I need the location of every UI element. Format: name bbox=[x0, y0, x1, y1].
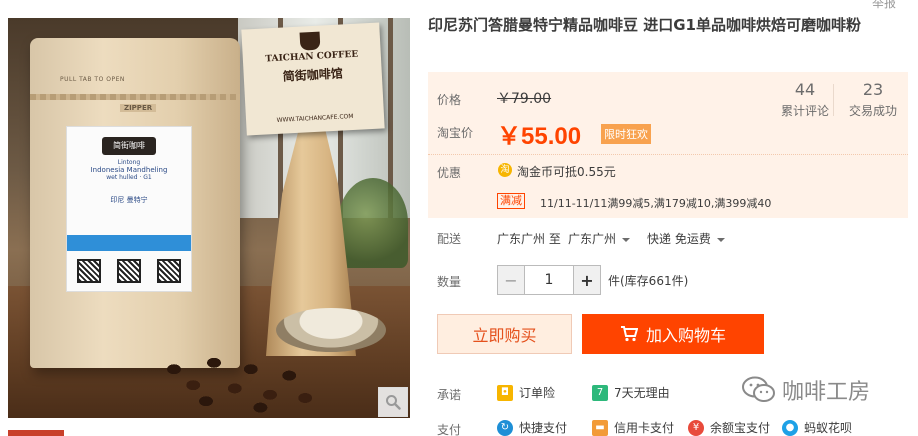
magnifier-icon bbox=[386, 395, 401, 410]
chevron-down-icon bbox=[622, 237, 631, 242]
ship-method-select[interactable]: 快递 免运费 bbox=[647, 230, 725, 247]
stat-divider bbox=[833, 84, 834, 116]
chevron-down-icon bbox=[716, 237, 725, 242]
current-price: ￥55.00 bbox=[497, 123, 582, 150]
sale-tag: 限时狂欢 bbox=[601, 124, 651, 144]
manjian-text: 11/11-11/11满99减5,满179减10,满399减40 bbox=[540, 197, 772, 210]
pay-quick[interactable]: ↻ 快捷支付 bbox=[497, 419, 567, 436]
promo-label: 优惠 bbox=[437, 166, 462, 180]
payment-label: 支付 bbox=[437, 423, 462, 436]
add-to-cart-label: 加入购物车 bbox=[645, 326, 726, 345]
promise-7day-return[interactable]: 7 7天无理由 bbox=[592, 384, 670, 401]
coffee-beans bbox=[158, 350, 318, 414]
pay-yuebao[interactable]: ¥ 余额宝支付 bbox=[688, 419, 770, 436]
report-link[interactable]: 举报 bbox=[872, 0, 896, 11]
bag-label: 简街咖啡 Lintong Indonesia Mandheling wet hu… bbox=[66, 126, 192, 292]
buy-now-button[interactable]: 立即购买 bbox=[437, 314, 572, 354]
card-url: WWW.TAICHANCAFE.COM bbox=[276, 112, 354, 124]
promise-order-insurance[interactable]: ◘ 订单险 bbox=[497, 384, 555, 401]
price-label: 价格 bbox=[437, 93, 462, 107]
card-cn-name: 简街咖啡馆 bbox=[282, 66, 344, 84]
pay-huabei[interactable]: ● 蚂蚁花呗 bbox=[782, 419, 852, 436]
quantity-stepper: − 1 + bbox=[497, 265, 601, 295]
label-origin: Lintong bbox=[117, 159, 141, 166]
yuebao-icon: ¥ bbox=[688, 419, 704, 436]
cart-icon bbox=[620, 326, 638, 342]
product-main-image[interactable]: PULL TAB TO OPEN ZIPPER 简街咖啡 Lintong Ind… bbox=[8, 18, 410, 418]
qr-code bbox=[117, 259, 141, 283]
taojinbi-icon: 淘 bbox=[498, 163, 512, 177]
bag-zipper-text: ZIPPER bbox=[120, 104, 157, 112]
wechat-icon bbox=[742, 376, 775, 402]
wechat-watermark: 咖啡工房 bbox=[742, 374, 870, 406]
add-to-cart-button[interactable]: 加入购物车 bbox=[582, 314, 764, 354]
label-logo: 简街咖啡 bbox=[102, 137, 156, 155]
coin-offer-text: 淘金币可抵0.55元 bbox=[517, 165, 616, 179]
seven-day-icon: 7 bbox=[592, 384, 608, 401]
price-panel: 价格 ￥79.00 淘宝价 ￥55.00 限时狂欢 44 累计评论 23 交易成… bbox=[428, 72, 908, 154]
product-title: 印尼苏门答腊曼特宁精品咖啡豆 进口G1单品咖啡烘焙可磨咖啡粉 bbox=[428, 16, 861, 34]
huabei-icon: ● bbox=[782, 419, 798, 436]
taobao-price-label: 淘宝价 bbox=[437, 126, 474, 140]
coffee-cup-icon bbox=[299, 31, 321, 51]
manjian-tag: 满减 bbox=[497, 193, 525, 209]
qr-code bbox=[77, 259, 101, 283]
thumbnail-selected[interactable] bbox=[8, 430, 64, 436]
background-plant bbox=[338, 178, 408, 268]
review-count[interactable]: 44 累计评论 bbox=[778, 80, 832, 119]
watermark-text: 咖啡工房 bbox=[782, 380, 871, 405]
increase-button[interactable]: + bbox=[573, 265, 601, 295]
promo-panel: 优惠 淘 淘金币可抵0.55元 满减 11/11-11/11满99减5,满179… bbox=[428, 154, 908, 218]
stock-text: 件(库存661件) bbox=[608, 274, 689, 288]
ship-from: 广东广州 至 bbox=[497, 232, 561, 246]
decrease-button[interactable]: − bbox=[497, 265, 525, 295]
quantity-label: 数量 bbox=[437, 275, 462, 289]
cafe-card: TAICHAN COFFEE 简街咖啡馆 WWW.TAICHANCAFE.COM bbox=[241, 22, 385, 136]
insurance-icon: ◘ bbox=[497, 384, 513, 401]
label-grade: wet hulled · G1 bbox=[106, 174, 152, 181]
label-variety: Indonesia Mandheling bbox=[90, 166, 168, 174]
shipping-label: 配送 bbox=[437, 232, 462, 246]
qr-code bbox=[157, 259, 181, 283]
trade-count: 23 交易成功 bbox=[848, 80, 897, 118]
ship-to-select[interactable]: 广东广州 bbox=[568, 230, 631, 247]
bag-pull-tab-text: PULL TAB TO OPEN bbox=[60, 76, 125, 83]
birch-stump bbox=[276, 308, 386, 352]
promise-label: 承诺 bbox=[437, 388, 462, 402]
quick-pay-icon: ↻ bbox=[497, 419, 513, 436]
quantity-input[interactable]: 1 bbox=[525, 265, 573, 295]
zoom-button[interactable] bbox=[378, 387, 408, 417]
label-cn: 印尼 曼特宁 bbox=[110, 196, 148, 204]
original-price: ￥79.00 bbox=[497, 91, 552, 107]
credit-card-icon: ▬ bbox=[592, 419, 608, 436]
pay-credit-card[interactable]: ▬ 信用卡支付 bbox=[592, 419, 674, 436]
